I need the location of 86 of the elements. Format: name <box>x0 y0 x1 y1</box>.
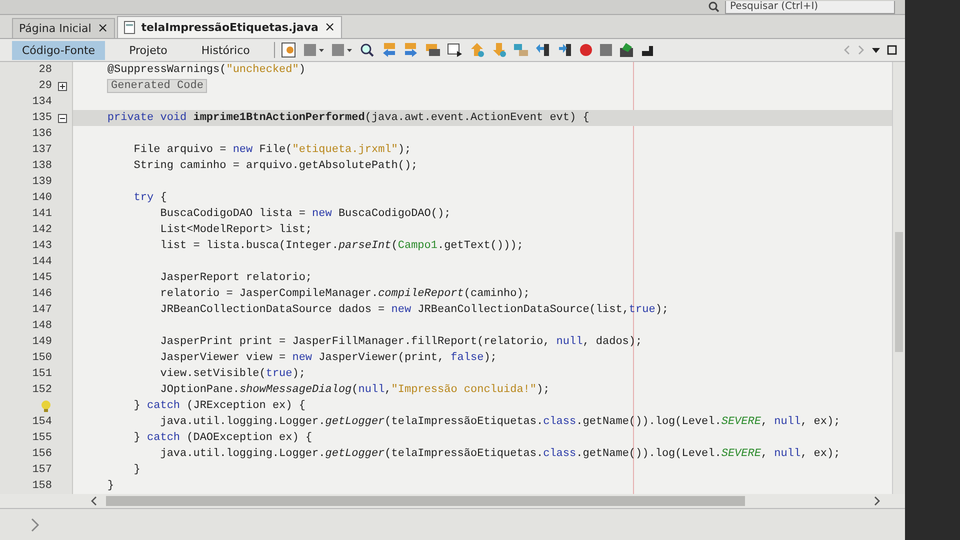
line-number: 157 <box>32 464 52 476</box>
line-number: 147 <box>32 304 52 316</box>
line-number: 144 <box>32 256 52 268</box>
code-line: } catch (JRException ex) { <box>132 399 306 414</box>
shift-left-icon[interactable] <box>534 42 551 58</box>
line-number: 158 <box>32 480 52 492</box>
code-line: JRBeanCollectionDataSource dados = new JRBeanCollectionDataSource(list,true); <box>159 303 670 318</box>
file-icon <box>124 21 136 34</box>
code-line: view.setVisible(true); <box>159 367 306 382</box>
shift-right-icon[interactable] <box>556 42 573 58</box>
line-number: 138 <box>32 160 52 172</box>
up-arrow-icon[interactable] <box>468 42 485 58</box>
stop-icon[interactable] <box>598 43 613 57</box>
code-line: JasperPrint print = JasperFillManager.fillReport(relatorio, null, dados); <box>159 335 644 350</box>
scroll-right-icon[interactable] <box>873 496 881 506</box>
maximize-icon[interactable] <box>887 45 897 55</box>
dropdown-icon[interactable] <box>871 45 881 55</box>
line-number: 29 <box>38 80 52 92</box>
line-number: 156 <box>32 448 52 460</box>
line-number: 149 <box>32 336 52 348</box>
lightbulb-icon[interactable] <box>40 400 52 412</box>
code-line: BuscaCodigoDAO lista = new BuscaCodigoDAO(); <box>159 207 452 222</box>
bookmark-page-icon[interactable] <box>280 42 297 58</box>
line-number: 151 <box>32 368 52 380</box>
file-tab[interactable]: telaImpressãoEtiquetas.java × <box>117 16 342 38</box>
code-line: java.util.logging.Logger.getLogger(telaImpressãoEtiquetas.class.getName()).log(Level.SEVERE, null, ex); <box>159 415 842 430</box>
view-tab[interactable]: Histórico <box>191 40 260 60</box>
magnifier-icon[interactable] <box>358 42 375 58</box>
line-number: 146 <box>32 288 52 300</box>
line-number: 150 <box>32 352 52 364</box>
record-icon[interactable] <box>578 43 593 57</box>
line-number: 148 <box>32 320 52 332</box>
code-line: File arquivo = new File("etiqueta.jrxml"); <box>132 143 412 158</box>
corner-icon[interactable] <box>640 43 655 57</box>
chevron-right-icon[interactable] <box>30 518 40 532</box>
line-number: 141 <box>32 208 52 220</box>
line-number: 139 <box>32 176 52 188</box>
code-line: java.util.logging.Logger.getLogger(telaImpressãoEtiquetas.class.getName()).log(Level.SEVERE, null, ex); <box>159 447 842 462</box>
code-line: JOptionPane.showMessageDialog(null,"Impressão concluida!"); <box>159 383 551 398</box>
scrollbar-thumb[interactable] <box>106 496 745 506</box>
arrow-right-icon[interactable] <box>402 42 419 58</box>
line-number: 134 <box>32 96 52 108</box>
folded-code-block[interactable]: Generated Code <box>107 79 208 93</box>
stacked-pages-icon[interactable] <box>424 42 441 58</box>
line-number: 145 <box>32 272 52 284</box>
line-number: 136 <box>32 128 52 140</box>
line-number: 140 <box>32 192 52 204</box>
down-arrow-icon[interactable] <box>490 42 507 58</box>
check-page-icon[interactable] <box>618 42 635 58</box>
code-line: String caminho = arquivo.getAbsolutePath(); <box>132 159 419 174</box>
collapse-icon[interactable] <box>58 114 66 122</box>
page-arrow-icon[interactable] <box>446 42 463 58</box>
vertical-scrollbar[interactable] <box>892 62 905 494</box>
file-tab[interactable]: Página Inicial × <box>12 18 116 38</box>
scrollbar-thumb[interactable] <box>895 232 903 352</box>
line-number: 28 <box>38 64 52 76</box>
search-field[interactable]: Pesquisar (Ctrl+I) <box>725 0 895 14</box>
line-number: 143 <box>32 240 52 252</box>
code-line: JasperReport relatorio; <box>159 271 314 286</box>
scroll-left-icon[interactable] <box>90 496 98 506</box>
linked-pages-icon[interactable] <box>512 42 529 58</box>
search-icon <box>708 1 722 13</box>
code-line: JasperViewer view = new JasperViewer(print, false); <box>159 351 498 366</box>
code-line: } <box>106 479 116 494</box>
code-line: try { <box>132 191 168 206</box>
horizontal-scrollbar[interactable] <box>0 494 905 508</box>
code-line: } catch (DAOException ex) { <box>132 431 314 446</box>
code-line: } <box>132 463 142 478</box>
arrow-left-icon[interactable] <box>380 42 397 58</box>
view-tab[interactable]: Projeto <box>119 40 178 60</box>
code-line: list = lista.busca(Integer.parseInt(Campo1.getText())); <box>159 239 524 254</box>
close-button[interactable]: × <box>324 20 336 35</box>
code-line: List<ModelReport> list; <box>159 223 314 238</box>
line-number: 152 <box>32 384 52 396</box>
line-number: 137 <box>32 144 52 156</box>
square-dropdown-icon[interactable] <box>330 42 353 58</box>
line-number: 135 <box>32 112 52 124</box>
code-line: @SuppressWarnings("unchecked") <box>106 63 306 78</box>
line-number: 155 <box>32 432 52 444</box>
close-button[interactable]: × <box>97 21 108 36</box>
view-tab[interactable]: Código-Fonte <box>12 40 106 60</box>
line-number: 142 <box>32 224 52 236</box>
expand-icon[interactable] <box>58 82 66 90</box>
line-number: 154 <box>32 416 52 428</box>
square-dropdown-icon[interactable] <box>302 42 325 58</box>
code-line: relatorio = JasperCompileManager.compileReport(caminho); <box>159 287 531 302</box>
